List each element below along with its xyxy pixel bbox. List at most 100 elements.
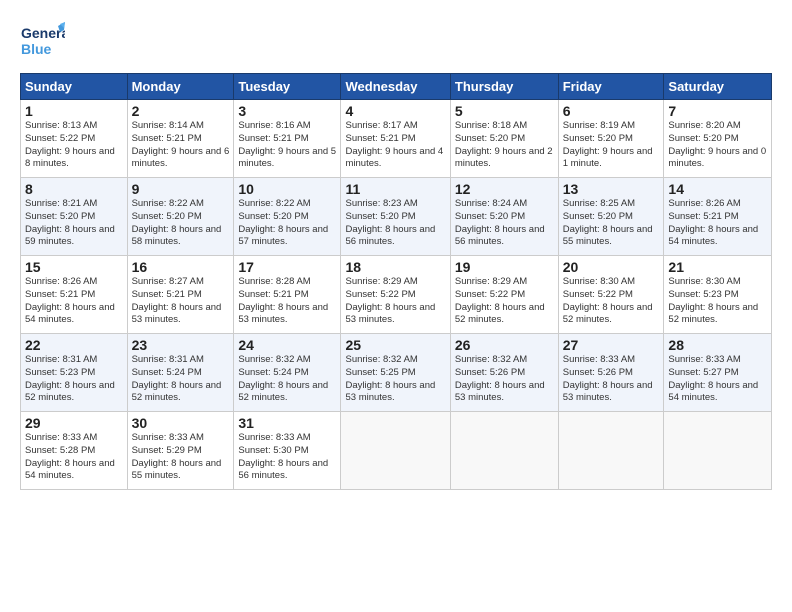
calendar-cell: 11 Sunrise: 8:23 AMSunset: 5:20 PMDaylig… bbox=[341, 178, 450, 256]
calendar-cell: 3 Sunrise: 8:16 AMSunset: 5:21 PMDayligh… bbox=[234, 100, 341, 178]
day-number: 23 bbox=[132, 337, 230, 353]
day-info: Sunrise: 8:29 AMSunset: 5:22 PMDaylight:… bbox=[455, 276, 545, 325]
calendar-cell: 16 Sunrise: 8:27 AMSunset: 5:21 PMDaylig… bbox=[127, 256, 234, 334]
day-info: Sunrise: 8:29 AMSunset: 5:22 PMDaylight:… bbox=[345, 276, 435, 325]
day-number: 6 bbox=[563, 103, 660, 119]
header-thursday: Thursday bbox=[450, 74, 558, 100]
calendar-cell bbox=[450, 412, 558, 490]
day-info: Sunrise: 8:22 AMSunset: 5:20 PMDaylight:… bbox=[132, 198, 222, 247]
calendar-cell: 27 Sunrise: 8:33 AMSunset: 5:26 PMDaylig… bbox=[558, 334, 664, 412]
day-info: Sunrise: 8:22 AMSunset: 5:20 PMDaylight:… bbox=[238, 198, 328, 247]
day-number: 4 bbox=[345, 103, 445, 119]
day-number: 20 bbox=[563, 259, 660, 275]
logo: General Blue bbox=[20, 18, 65, 63]
day-info: Sunrise: 8:23 AMSunset: 5:20 PMDaylight:… bbox=[345, 198, 435, 247]
day-info: Sunrise: 8:28 AMSunset: 5:21 PMDaylight:… bbox=[238, 276, 328, 325]
day-number: 13 bbox=[563, 181, 660, 197]
calendar-cell: 5 Sunrise: 8:18 AMSunset: 5:20 PMDayligh… bbox=[450, 100, 558, 178]
day-number: 1 bbox=[25, 103, 123, 119]
calendar-cell: 4 Sunrise: 8:17 AMSunset: 5:21 PMDayligh… bbox=[341, 100, 450, 178]
svg-text:Blue: Blue bbox=[21, 41, 52, 57]
calendar-cell bbox=[341, 412, 450, 490]
calendar-cell: 25 Sunrise: 8:32 AMSunset: 5:25 PMDaylig… bbox=[341, 334, 450, 412]
calendar-cell: 19 Sunrise: 8:29 AMSunset: 5:22 PMDaylig… bbox=[450, 256, 558, 334]
day-info: Sunrise: 8:33 AMSunset: 5:28 PMDaylight:… bbox=[25, 432, 115, 481]
week-row-3: 15 Sunrise: 8:26 AMSunset: 5:21 PMDaylig… bbox=[21, 256, 772, 334]
week-row-4: 22 Sunrise: 8:31 AMSunset: 5:23 PMDaylig… bbox=[21, 334, 772, 412]
header-tuesday: Tuesday bbox=[234, 74, 341, 100]
day-info: Sunrise: 8:30 AMSunset: 5:22 PMDaylight:… bbox=[563, 276, 653, 325]
day-info: Sunrise: 8:26 AMSunset: 5:21 PMDaylight:… bbox=[668, 198, 758, 247]
day-number: 7 bbox=[668, 103, 767, 119]
day-info: Sunrise: 8:21 AMSunset: 5:20 PMDaylight:… bbox=[25, 198, 115, 247]
calendar-cell: 24 Sunrise: 8:32 AMSunset: 5:24 PMDaylig… bbox=[234, 334, 341, 412]
day-number: 2 bbox=[132, 103, 230, 119]
calendar-cell: 6 Sunrise: 8:19 AMSunset: 5:20 PMDayligh… bbox=[558, 100, 664, 178]
header-sunday: Sunday bbox=[21, 74, 128, 100]
day-number: 30 bbox=[132, 415, 230, 431]
calendar-cell: 2 Sunrise: 8:14 AMSunset: 5:21 PMDayligh… bbox=[127, 100, 234, 178]
header-friday: Friday bbox=[558, 74, 664, 100]
header: General Blue bbox=[20, 18, 772, 63]
day-number: 10 bbox=[238, 181, 336, 197]
day-number: 5 bbox=[455, 103, 554, 119]
calendar-cell: 9 Sunrise: 8:22 AMSunset: 5:20 PMDayligh… bbox=[127, 178, 234, 256]
calendar-cell bbox=[558, 412, 664, 490]
day-number: 31 bbox=[238, 415, 336, 431]
calendar-cell bbox=[664, 412, 772, 490]
calendar-cell: 30 Sunrise: 8:33 AMSunset: 5:29 PMDaylig… bbox=[127, 412, 234, 490]
day-info: Sunrise: 8:16 AMSunset: 5:21 PMDaylight:… bbox=[238, 120, 336, 169]
day-info: Sunrise: 8:26 AMSunset: 5:21 PMDaylight:… bbox=[25, 276, 115, 325]
header-monday: Monday bbox=[127, 74, 234, 100]
day-number: 12 bbox=[455, 181, 554, 197]
day-number: 24 bbox=[238, 337, 336, 353]
calendar-table: Sunday Monday Tuesday Wednesday Thursday… bbox=[20, 73, 772, 490]
day-info: Sunrise: 8:24 AMSunset: 5:20 PMDaylight:… bbox=[455, 198, 545, 247]
day-number: 8 bbox=[25, 181, 123, 197]
day-info: Sunrise: 8:31 AMSunset: 5:23 PMDaylight:… bbox=[25, 354, 115, 403]
day-info: Sunrise: 8:33 AMSunset: 5:29 PMDaylight:… bbox=[132, 432, 222, 481]
calendar-cell: 10 Sunrise: 8:22 AMSunset: 5:20 PMDaylig… bbox=[234, 178, 341, 256]
day-number: 21 bbox=[668, 259, 767, 275]
day-number: 18 bbox=[345, 259, 445, 275]
day-info: Sunrise: 8:14 AMSunset: 5:21 PMDaylight:… bbox=[132, 120, 230, 169]
svg-text:General: General bbox=[21, 25, 65, 41]
calendar-cell: 17 Sunrise: 8:28 AMSunset: 5:21 PMDaylig… bbox=[234, 256, 341, 334]
day-number: 14 bbox=[668, 181, 767, 197]
day-number: 3 bbox=[238, 103, 336, 119]
day-info: Sunrise: 8:27 AMSunset: 5:21 PMDaylight:… bbox=[132, 276, 222, 325]
day-number: 11 bbox=[345, 181, 445, 197]
calendar-cell: 13 Sunrise: 8:25 AMSunset: 5:20 PMDaylig… bbox=[558, 178, 664, 256]
day-info: Sunrise: 8:17 AMSunset: 5:21 PMDaylight:… bbox=[345, 120, 443, 169]
day-info: Sunrise: 8:13 AMSunset: 5:22 PMDaylight:… bbox=[25, 120, 115, 169]
day-info: Sunrise: 8:25 AMSunset: 5:20 PMDaylight:… bbox=[563, 198, 653, 247]
calendar-cell: 21 Sunrise: 8:30 AMSunset: 5:23 PMDaylig… bbox=[664, 256, 772, 334]
day-number: 15 bbox=[25, 259, 123, 275]
header-wednesday: Wednesday bbox=[341, 74, 450, 100]
day-number: 19 bbox=[455, 259, 554, 275]
calendar-cell: 22 Sunrise: 8:31 AMSunset: 5:23 PMDaylig… bbox=[21, 334, 128, 412]
day-info: Sunrise: 8:19 AMSunset: 5:20 PMDaylight:… bbox=[563, 120, 653, 169]
day-number: 9 bbox=[132, 181, 230, 197]
calendar-cell: 15 Sunrise: 8:26 AMSunset: 5:21 PMDaylig… bbox=[21, 256, 128, 334]
calendar-cell: 1 Sunrise: 8:13 AMSunset: 5:22 PMDayligh… bbox=[21, 100, 128, 178]
calendar-cell: 28 Sunrise: 8:33 AMSunset: 5:27 PMDaylig… bbox=[664, 334, 772, 412]
calendar-cell: 18 Sunrise: 8:29 AMSunset: 5:22 PMDaylig… bbox=[341, 256, 450, 334]
day-number: 27 bbox=[563, 337, 660, 353]
calendar-cell: 7 Sunrise: 8:20 AMSunset: 5:20 PMDayligh… bbox=[664, 100, 772, 178]
calendar-cell: 23 Sunrise: 8:31 AMSunset: 5:24 PMDaylig… bbox=[127, 334, 234, 412]
calendar-header-row: Sunday Monday Tuesday Wednesday Thursday… bbox=[21, 74, 772, 100]
week-row-2: 8 Sunrise: 8:21 AMSunset: 5:20 PMDayligh… bbox=[21, 178, 772, 256]
day-info: Sunrise: 8:33 AMSunset: 5:27 PMDaylight:… bbox=[668, 354, 758, 403]
day-info: Sunrise: 8:32 AMSunset: 5:24 PMDaylight:… bbox=[238, 354, 328, 403]
page: General Blue Sunday Monday Tuesday Wedne… bbox=[0, 0, 792, 612]
day-number: 17 bbox=[238, 259, 336, 275]
day-info: Sunrise: 8:31 AMSunset: 5:24 PMDaylight:… bbox=[132, 354, 222, 403]
day-info: Sunrise: 8:18 AMSunset: 5:20 PMDaylight:… bbox=[455, 120, 553, 169]
day-number: 25 bbox=[345, 337, 445, 353]
logo-svg: General Blue bbox=[20, 18, 65, 63]
day-number: 22 bbox=[25, 337, 123, 353]
day-info: Sunrise: 8:32 AMSunset: 5:26 PMDaylight:… bbox=[455, 354, 545, 403]
day-info: Sunrise: 8:32 AMSunset: 5:25 PMDaylight:… bbox=[345, 354, 435, 403]
day-info: Sunrise: 8:33 AMSunset: 5:26 PMDaylight:… bbox=[563, 354, 653, 403]
